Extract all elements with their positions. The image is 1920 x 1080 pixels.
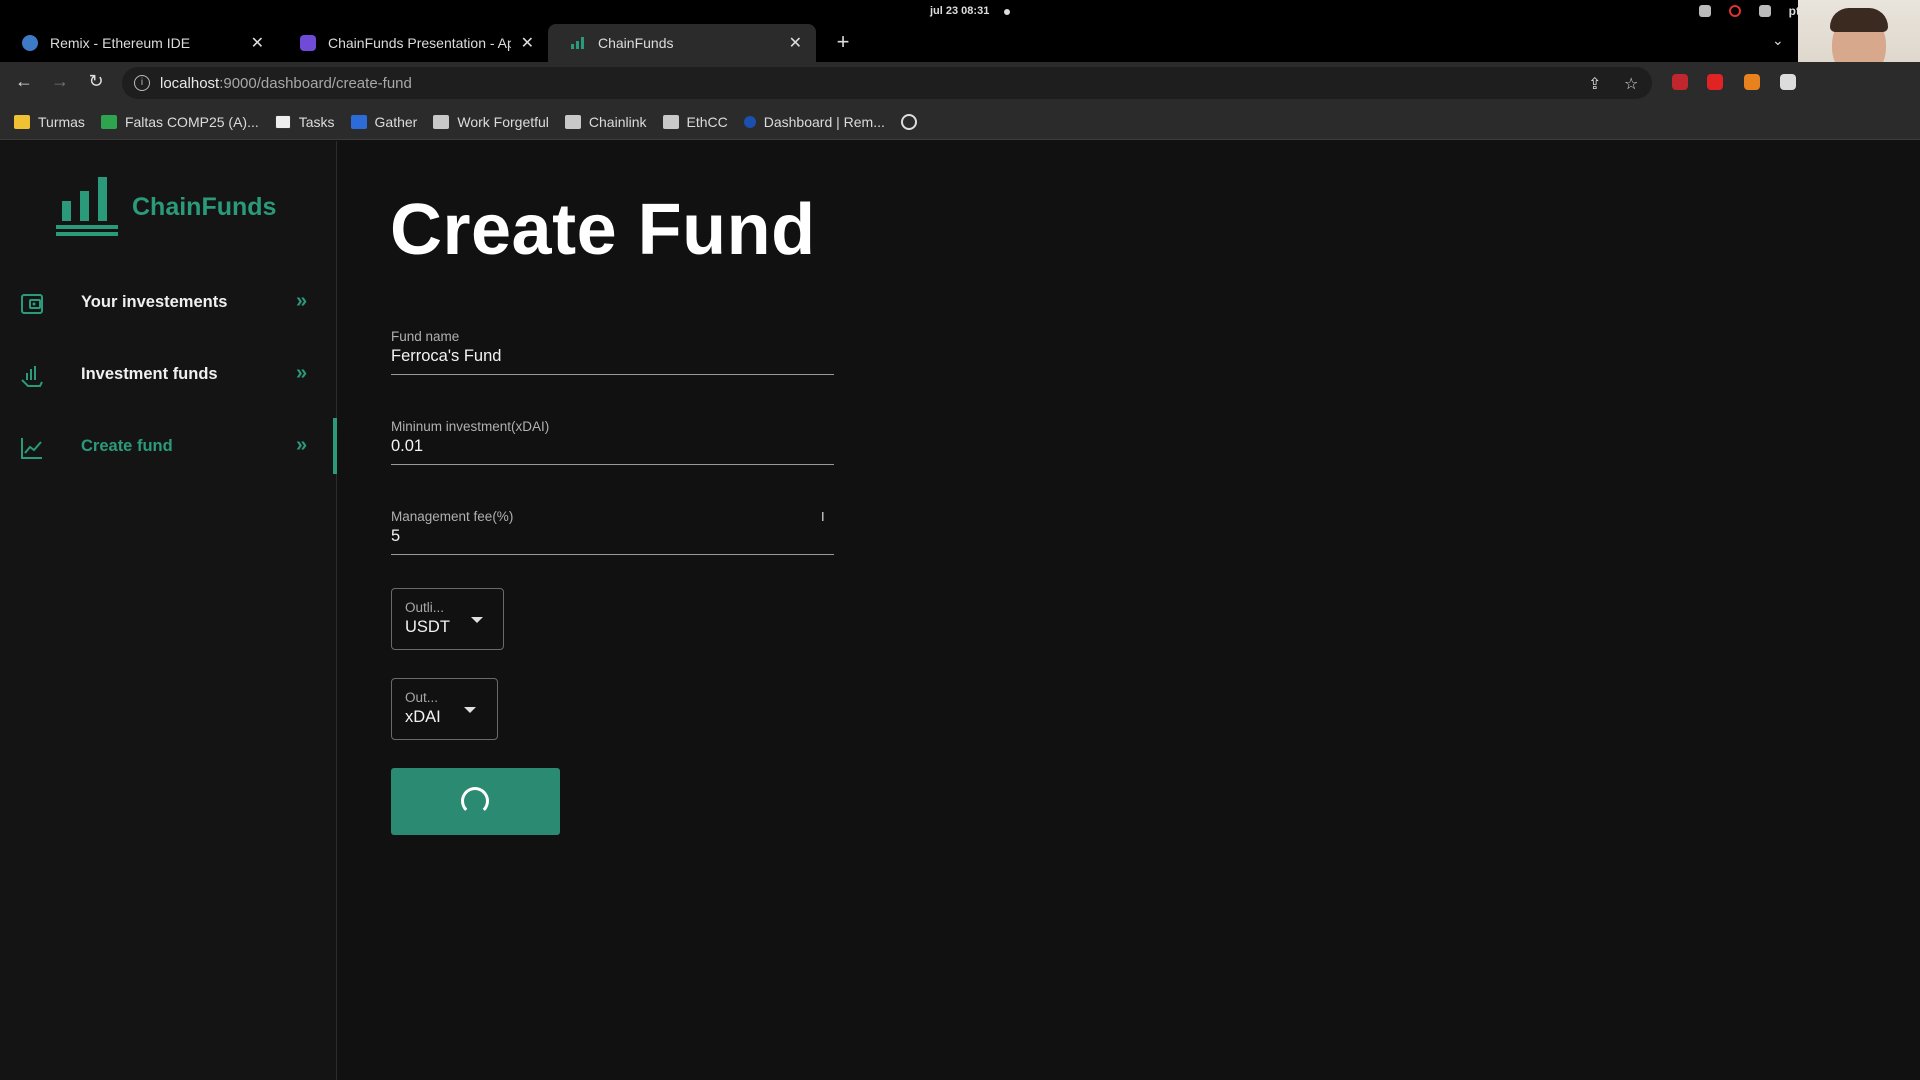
classroom-icon: [14, 114, 30, 129]
caret-down-icon: [464, 707, 476, 713]
min-investment-input[interactable]: 0.01: [391, 437, 423, 456]
sidebar-item-investment-funds[interactable]: Investment funds »: [0, 350, 337, 400]
fund-name-input[interactable]: Ferroca's Fund: [391, 347, 501, 366]
sidebar: ChainFunds Your investements » Investmen…: [0, 141, 337, 1080]
forward-icon[interactable]: →: [48, 71, 72, 92]
management-fee-input[interactable]: 5: [391, 527, 400, 546]
bookmark-item[interactable]: Dashboard | Rem...: [743, 114, 885, 130]
ublock-extension-icon[interactable]: [1672, 74, 1688, 90]
bookmark-folder[interactable]: EthCC: [662, 114, 728, 130]
sidebar-item-label: Investment funds: [81, 365, 218, 383]
chainfunds-favicon-icon: [571, 37, 584, 49]
metamask-extension-icon[interactable]: [1744, 74, 1760, 90]
folder-icon: [662, 114, 679, 129]
tab-chainfunds[interactable]: ChainFunds ✕: [548, 24, 816, 62]
bookmark-folder[interactable]: Chainlink: [564, 114, 647, 130]
app-root: ChainFunds Your investements » Investmen…: [0, 141, 1920, 1080]
back-icon[interactable]: ←: [12, 71, 36, 92]
folder-icon: [433, 114, 450, 129]
token-select-2[interactable]: Out... xDAI: [391, 678, 498, 740]
close-tab-icon[interactable]: ✕: [521, 33, 534, 53]
browser-tab-strip: Remix - Ethereum IDE ✕ ChainFunds Presen…: [0, 24, 1798, 62]
browser-toolbar: ← → ↻ i localhost:9000/dashboard/create-…: [0, 62, 1920, 104]
remix-icon: [743, 115, 756, 128]
bookmark-item[interactable]: Gather: [350, 114, 417, 130]
field-label: Fund name: [391, 329, 460, 344]
notification-dot: [1004, 9, 1010, 15]
screen-icon[interactable]: [1698, 5, 1711, 17]
address-bar[interactable]: i localhost:9000/dashboard/create-fund ⇪…: [122, 67, 1652, 99]
record-icon[interactable]: [1728, 5, 1741, 17]
tab-presentation[interactable]: ChainFunds Presentation - Ap ✕: [278, 24, 548, 62]
remix-favicon-icon: [22, 35, 38, 51]
wallet-icon: [21, 294, 43, 314]
reload-icon[interactable]: ↻: [84, 71, 108, 92]
brand-name: ChainFunds: [132, 192, 277, 221]
page-title: Create Fund: [390, 190, 816, 270]
chainfunds-logo-icon: [56, 177, 118, 236]
new-tab-icon[interactable]: +: [830, 30, 856, 56]
fund-name-field[interactable]: Fund name Ferroca's Fund: [391, 329, 834, 375]
notion-icon: [274, 114, 291, 129]
os-top-bar: jul 23 08:31 pt: [0, 0, 1920, 24]
select-value: USDT: [405, 618, 450, 636]
share-icon[interactable]: ⇪: [1588, 74, 1601, 94]
tab-title: ChainFunds: [598, 35, 674, 51]
bookmark-item[interactable]: Tasks: [274, 114, 335, 130]
folder-icon: [564, 114, 581, 129]
hand-chart-icon: [21, 366, 43, 387]
token-select-1[interactable]: Outli... USDT: [391, 588, 504, 650]
double-chevron-right-icon: »: [296, 362, 308, 384]
tab-search-icon[interactable]: ⌄: [1772, 32, 1784, 49]
min-investment-field[interactable]: Mininum investment(xDAI) 0.01: [391, 419, 834, 465]
close-tab-icon[interactable]: ✕: [789, 33, 802, 53]
extensions-puzzle-icon[interactable]: [1780, 74, 1796, 90]
presentation-favicon-icon: [300, 35, 316, 51]
url-text[interactable]: localhost:9000/dashboard/create-fund: [160, 75, 412, 92]
bookmark-star-icon[interactable]: ☆: [1624, 74, 1638, 94]
bookmark-folder[interactable]: Work Forgetful: [433, 114, 549, 130]
main-content: Create Fund Fund name Ferroca's Fund I M…: [337, 141, 1920, 1080]
youtube-extension-icon[interactable]: [1707, 74, 1723, 90]
site-info-icon[interactable]: i: [134, 75, 150, 91]
globe-icon[interactable]: [900, 113, 917, 130]
create-fund-submit-button[interactable]: [391, 768, 560, 835]
sidebar-item-your-investments[interactable]: Your investements »: [0, 278, 337, 328]
sheets-icon: [100, 114, 117, 129]
bookmark-item[interactable]: Faltas COMP25 (A)...: [100, 114, 259, 130]
select-label: Out...: [405, 690, 439, 705]
sidebar-item-label: Create fund: [81, 437, 173, 455]
field-label: Management fee(%): [391, 509, 514, 524]
tab-title: ChainFunds Presentation - Ap: [328, 35, 511, 51]
tab-remix[interactable]: Remix - Ethereum IDE ✕: [0, 24, 278, 62]
management-fee-field[interactable]: Management fee(%) 5: [391, 509, 834, 555]
line-chart-icon: [21, 438, 42, 459]
double-chevron-right-icon: »: [296, 434, 308, 456]
bookmark-item[interactable]: Turmas: [14, 114, 85, 130]
sidebar-item-label: Your investements: [81, 293, 228, 311]
brand-logo[interactable]: ChainFunds: [56, 177, 276, 237]
loading-spinner-icon: [461, 787, 489, 815]
system-tray: pt: [1698, 4, 1800, 18]
field-label: Mininum investment(xDAI): [391, 419, 550, 434]
select-label: Outli...: [405, 600, 445, 615]
double-chevron-right-icon: »: [296, 290, 308, 312]
caret-down-icon: [471, 617, 483, 623]
select-value: xDAI: [405, 708, 441, 726]
tab-title: Remix - Ethereum IDE: [50, 35, 191, 51]
sidebar-item-create-fund[interactable]: Create fund »: [0, 418, 337, 474]
gather-icon: [350, 114, 367, 129]
bookmarks-bar: Turmas Faltas COMP25 (A)... Tasks Gather…: [0, 104, 1920, 140]
network-icon[interactable]: [1758, 5, 1771, 17]
close-tab-icon[interactable]: ✕: [251, 33, 264, 53]
os-clock: jul 23 08:31: [930, 5, 990, 17]
